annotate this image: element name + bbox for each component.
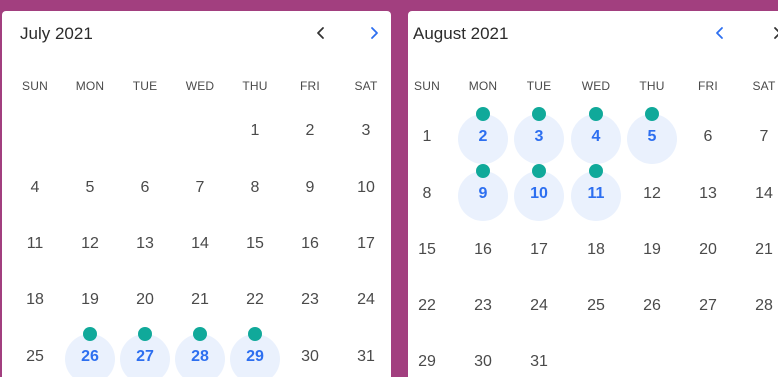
day-cell-available[interactable]: 28: [175, 347, 225, 367]
availability-dot-icon: [645, 107, 659, 121]
day-cell[interactable]: 12: [65, 234, 115, 254]
next-month-button[interactable]: [362, 21, 386, 45]
weekday-header: THU: [242, 79, 268, 93]
day-cell[interactable]: 23: [285, 290, 335, 310]
calendar-july: July 2021 SUN MON TUE WED THU FRI SAT 1 2 3 4 5 6 7 8 9…: [2, 11, 391, 377]
day-cell[interactable]: 28: [739, 296, 778, 316]
availability-dot-icon: [138, 327, 152, 341]
day-cell-available[interactable]: 26: [65, 347, 115, 367]
day-cell[interactable]: 31: [514, 352, 564, 372]
day-cell[interactable]: 30: [458, 352, 508, 372]
day-cell[interactable]: 4: [10, 178, 60, 198]
day-cell[interactable]: 17: [341, 234, 391, 254]
weekday-header: MON: [468, 79, 498, 93]
availability-dot-icon: [83, 327, 97, 341]
day-cell-available[interactable]: 29: [230, 347, 280, 367]
availability-dot-icon: [532, 164, 546, 178]
day-cell[interactable]: 13: [683, 184, 733, 204]
day-cell[interactable]: 12: [627, 184, 677, 204]
prev-month-button[interactable]: [309, 21, 333, 45]
day-cell[interactable]: 21: [175, 290, 225, 310]
availability-dot-icon: [476, 107, 490, 121]
chevron-right-icon: [774, 27, 778, 39]
month-title: July 2021: [20, 24, 93, 43]
day-cell[interactable]: 1: [408, 127, 452, 147]
day-cell[interactable]: 30: [285, 347, 335, 367]
day-cell-available[interactable]: 3: [514, 127, 564, 147]
availability-dot-icon: [532, 107, 546, 121]
weekday-header: WED: [185, 79, 215, 93]
day-cell[interactable]: 15: [230, 234, 280, 254]
day-cell[interactable]: 2: [285, 121, 335, 141]
day-cell[interactable]: 22: [230, 290, 280, 310]
day-cell-available[interactable]: 9: [458, 184, 508, 204]
weekday-header: THU: [639, 79, 665, 93]
day-cell[interactable]: 25: [571, 296, 621, 316]
day-cell[interactable]: 24: [514, 296, 564, 316]
calendar-august: August 2021 SUN MON TUE WED THU FRI SAT 1 2 3 4 5 6 7…: [408, 11, 778, 377]
day-cell[interactable]: 9: [285, 178, 335, 198]
weekday-header: MON: [75, 79, 105, 93]
day-cell[interactable]: 17: [514, 240, 564, 260]
day-cell-available[interactable]: 11: [571, 184, 621, 204]
day-cell[interactable]: 3: [341, 121, 391, 141]
day-cell[interactable]: 20: [683, 240, 733, 260]
day-cell[interactable]: 13: [120, 234, 170, 254]
weekday-header: TUE: [132, 79, 158, 93]
availability-dot-icon: [248, 327, 262, 341]
weekday-header: FRI: [300, 79, 320, 93]
day-cell-available[interactable]: 4: [571, 127, 621, 147]
day-cell-available[interactable]: 10: [514, 184, 564, 204]
day-cell-available[interactable]: 2: [458, 127, 508, 147]
day-cell[interactable]: 11: [10, 234, 60, 254]
day-cell[interactable]: 14: [175, 234, 225, 254]
availability-dot-icon: [476, 164, 490, 178]
day-cell[interactable]: 10: [341, 178, 391, 198]
day-cell[interactable]: 18: [571, 240, 621, 260]
day-cell[interactable]: 26: [627, 296, 677, 316]
weekday-header: WED: [581, 79, 611, 93]
weekday-header: SUN: [22, 79, 48, 93]
availability-dot-icon: [589, 164, 603, 178]
availability-dot-icon: [193, 327, 207, 341]
day-cell-available[interactable]: 27: [120, 347, 170, 367]
chevron-left-icon: [317, 27, 324, 39]
day-cell[interactable]: 14: [739, 184, 778, 204]
day-cell[interactable]: 1: [230, 121, 280, 141]
weekday-header: SAT: [752, 79, 776, 93]
day-cell[interactable]: 7: [175, 178, 225, 198]
day-cell[interactable]: 16: [458, 240, 508, 260]
day-cell[interactable]: 23: [458, 296, 508, 316]
day-cell[interactable]: 19: [65, 290, 115, 310]
day-cell[interactable]: 15: [408, 240, 452, 260]
weekday-header: SUN: [414, 79, 440, 93]
day-cell[interactable]: 6: [120, 178, 170, 198]
day-cell[interactable]: 21: [739, 240, 778, 260]
day-cell[interactable]: 7: [739, 127, 778, 147]
day-cell[interactable]: 20: [120, 290, 170, 310]
day-cell[interactable]: 6: [683, 127, 733, 147]
day-cell[interactable]: 25: [10, 347, 60, 367]
day-cell[interactable]: 8: [230, 178, 280, 198]
day-cell[interactable]: 29: [408, 352, 452, 372]
month-title: August 2021: [413, 24, 509, 43]
chevron-right-icon: [371, 27, 378, 39]
next-month-button[interactable]: [765, 21, 778, 45]
weekday-header: SAT: [354, 79, 378, 93]
day-cell[interactable]: 19: [627, 240, 677, 260]
prev-month-button[interactable]: [708, 21, 732, 45]
day-cell[interactable]: 5: [65, 178, 115, 198]
day-cell-available[interactable]: 5: [627, 127, 677, 147]
weekday-header: FRI: [698, 79, 718, 93]
day-cell[interactable]: 22: [408, 296, 452, 316]
day-cell[interactable]: 24: [341, 290, 391, 310]
weekday-header: TUE: [526, 79, 552, 93]
day-cell[interactable]: 16: [285, 234, 335, 254]
day-cell[interactable]: 8: [408, 184, 452, 204]
day-cell[interactable]: 27: [683, 296, 733, 316]
day-cell[interactable]: 31: [341, 347, 391, 367]
day-cell[interactable]: 18: [10, 290, 60, 310]
availability-dot-icon: [589, 107, 603, 121]
chevron-left-icon: [716, 27, 723, 39]
